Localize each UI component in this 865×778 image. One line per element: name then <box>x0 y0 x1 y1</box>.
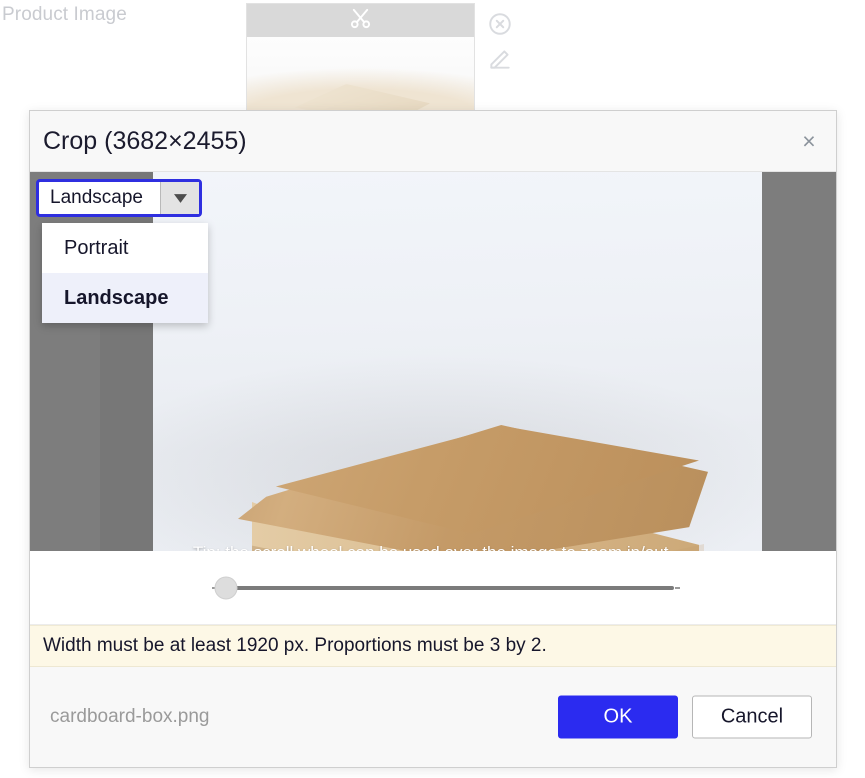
dialog-footer: cardboard-box.png OK Cancel <box>30 667 836 767</box>
edit-pencil-icon[interactable] <box>487 46 513 77</box>
thumbnail-photo <box>247 37 474 111</box>
product-image-field-label: Product Image <box>2 4 127 25</box>
constraint-banner: Width must be at least 1920 px. Proporti… <box>30 625 836 667</box>
crop-dialog: Crop (3682×2455) × Tip: the scroll wheel… <box>29 110 837 768</box>
ok-button[interactable]: OK <box>558 695 678 739</box>
crop-tip-text: Tip: the scroll wheel can be used over t… <box>30 543 836 551</box>
aspect-ratio-select-wrapper: Landscape Portrait Landscape <box>36 179 208 323</box>
dialog-header: Crop (3682×2455) × <box>30 111 836 172</box>
chevron-down-icon[interactable] <box>160 182 199 214</box>
aspect-option-landscape[interactable]: Landscape <box>42 273 208 323</box>
scissors-icon[interactable] <box>349 7 372 35</box>
dialog-title: Crop (3682×2455) <box>43 126 247 155</box>
aspect-ratio-selected-value: Landscape <box>50 187 143 208</box>
cancel-button[interactable]: Cancel <box>692 695 812 739</box>
zoom-slider[interactable] <box>214 576 674 599</box>
remove-circle-icon[interactable] <box>487 11 513 42</box>
aspect-option-portrait[interactable]: Portrait <box>42 223 208 273</box>
zoom-slider-row <box>30 551 836 625</box>
zoom-slider-thumb[interactable] <box>214 576 238 599</box>
crop-mask-right <box>762 172 836 551</box>
zoom-slider-track[interactable] <box>218 585 674 590</box>
crop-stage[interactable]: Tip: the scroll wheel can be used over t… <box>30 172 836 551</box>
product-image-thumbnail-card[interactable] <box>246 3 475 111</box>
close-icon[interactable]: × <box>792 124 826 158</box>
aspect-ratio-options-list[interactable]: Portrait Landscape <box>42 223 208 323</box>
file-name-label: cardboard-box.png <box>50 706 210 727</box>
aspect-ratio-select[interactable]: Landscape <box>36 179 202 217</box>
thumbnail-toolbar <box>247 4 474 37</box>
footer-actions: OK Cancel <box>558 695 812 739</box>
